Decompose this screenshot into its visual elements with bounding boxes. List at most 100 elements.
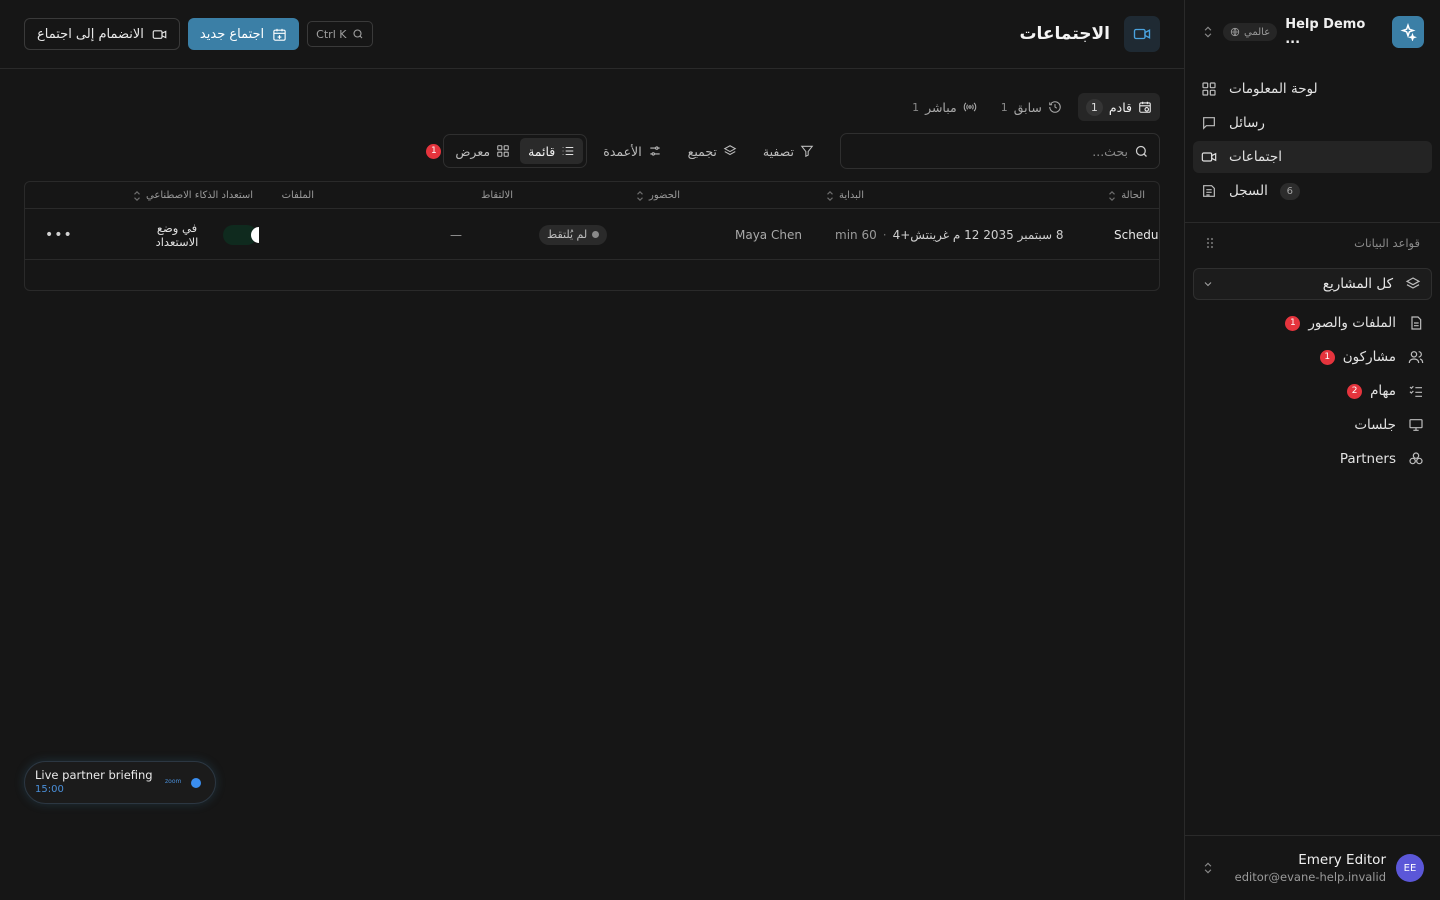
calendar-plus-icon <box>272 27 287 42</box>
db-item-participants[interactable]: مشاركون 1 <box>1193 340 1432 374</box>
db-item-label: مهام <box>1370 383 1396 399</box>
command-search-button[interactable]: Ctrl K <box>307 21 374 47</box>
workspace-switcher[interactable]: Help Demo ... عالمي <box>1201 16 1424 48</box>
db-item-partners[interactable]: Partners <box>1193 442 1432 476</box>
ai-ready-label: في وضع الاستعداد <box>155 220 199 249</box>
files-cell: — <box>450 209 462 260</box>
ai-ready-toggle[interactable] <box>223 224 259 245</box>
chevron-updown-icon[interactable] <box>1201 861 1215 875</box>
capture-status-badge: لم يُلتقط <box>539 224 608 245</box>
tab-upcoming[interactable]: قادم 1 <box>1077 93 1160 121</box>
user-menu[interactable]: EE Emery Editor editor@evane-help.invali… <box>1185 835 1440 900</box>
new-meeting-label: اجتماع جديد <box>199 26 265 42</box>
calendar-clock-icon <box>1138 100 1152 114</box>
column-header-files: الملفات <box>282 182 314 209</box>
nav-item-dashboard[interactable]: لوحة المعلومات <box>1193 73 1432 105</box>
view-gallery-label: معرض <box>455 143 491 159</box>
tab-count: 1 <box>1085 98 1103 116</box>
group-button[interactable]: تجميع <box>678 135 747 167</box>
db-item-sessions[interactable]: جلسات <box>1193 408 1432 442</box>
workspace-scope-badge: عالمي <box>1223 23 1278 41</box>
nav-item-messages[interactable]: رسائل <box>1193 107 1432 139</box>
column-label: استعداد الذكاء الاصطناعي <box>146 190 253 201</box>
attendee-name: Maya Chen <box>735 227 802 242</box>
broadcast-icon <box>963 100 977 114</box>
column-header-ai-ready[interactable]: استعداد الذكاء الاصطناعي <box>133 182 253 209</box>
group-label: تجميع <box>687 143 717 159</box>
globe-icon <box>1230 27 1240 37</box>
page-header: الاجتماعات <box>1019 16 1160 52</box>
column-label: البداية <box>838 190 864 201</box>
project-selector[interactable]: كل المشاريع <box>1193 268 1432 300</box>
column-header-start[interactable]: البداية <box>826 182 864 209</box>
alert-badge[interactable]: 1 <box>426 143 442 159</box>
start-date: 8 سبتمبر 2035 12 م غرينتش+4 <box>892 227 1064 242</box>
columns-button[interactable]: الأعمدة <box>593 135 671 167</box>
column-label: الالتقاط <box>481 190 513 201</box>
duration: 60 min <box>835 227 877 242</box>
live-meeting-widget[interactable]: Live partner briefing 15:00 zoom <box>24 761 216 804</box>
sidebar-divider <box>1185 222 1440 223</box>
nav-item-log[interactable]: السجل 6 <box>1193 175 1432 207</box>
sort-icon <box>636 190 644 201</box>
tab-past[interactable]: سابق 1 <box>993 93 1070 121</box>
shortcut-label: Ctrl K <box>316 27 347 41</box>
app-root: Help Demo ... عالمي لوحة المعلومات رسائل… <box>0 0 1440 900</box>
dashboard-icon <box>1201 81 1217 97</box>
status-cell: Scheduled <box>1114 209 1159 260</box>
ai-ready-cell: في وضع الاستعداد <box>147 209 207 260</box>
avatar: EE <box>1396 854 1424 882</box>
more-options-icon[interactable]: ••• <box>45 227 73 243</box>
nav-item-label: السجل <box>1229 183 1268 199</box>
view-list-label: قائمة <box>528 143 556 159</box>
chevron-updown-icon[interactable] <box>1201 25 1215 39</box>
workspace-name: Help Demo ... <box>1285 17 1366 47</box>
log-icon <box>1201 183 1217 199</box>
presentation-icon <box>1408 417 1424 433</box>
table-row[interactable]: Scheduled 8 سبتمبر 2035 12 م غرينتش+4 · … <box>25 209 1159 260</box>
db-item-tasks[interactable]: مهام 2 <box>1193 374 1432 408</box>
search-icon <box>352 28 364 40</box>
tab-label: قادم <box>1108 99 1132 115</box>
tab-live[interactable]: مباشر 1 <box>904 93 985 121</box>
meeting-tabs: قادم 1 سابق 1 مباشر 1 <box>904 93 1160 121</box>
view-gallery-button[interactable]: معرض <box>447 138 518 164</box>
video-icon <box>1201 149 1217 165</box>
files-value: — <box>450 227 462 242</box>
column-header-status[interactable]: الحالة <box>1108 182 1145 209</box>
page-title: الاجتماعات <box>1019 24 1110 44</box>
notification-badge: 2 <box>1347 383 1363 399</box>
file-icon <box>1408 315 1424 331</box>
attendance-cell: Maya Chen <box>735 209 802 260</box>
databases-section-title: قواعد البيانات <box>1205 234 1420 252</box>
message-icon <box>1201 115 1217 131</box>
join-meeting-button[interactable]: الانضمام إلى اجتماع <box>24 18 180 50</box>
filter-button[interactable]: تصفية <box>753 135 824 167</box>
live-indicator-dot <box>191 778 201 788</box>
join-meeting-label: الانضمام إلى اجتماع <box>37 26 144 42</box>
search-input[interactable] <box>851 143 1134 159</box>
db-item-files[interactable]: الملفات والصور 1 <box>1193 306 1432 340</box>
tab-label: سابق <box>1013 99 1042 115</box>
new-meeting-button[interactable]: اجتماع جديد <box>187 18 300 50</box>
sidebar: Help Demo ... عالمي لوحة المعلومات رسائل… <box>1184 0 1440 900</box>
drag-handle-icon[interactable] <box>1205 237 1215 249</box>
list-icon <box>561 144 575 158</box>
tab-count: 1 <box>1000 100 1008 114</box>
users-icon <box>1408 349 1424 365</box>
nav-item-meetings[interactable]: اجتماعات <box>1193 141 1432 173</box>
meetings-table: الحالة البداية الحضور الالتقاط الملفات ا… <box>24 181 1160 291</box>
table-toolbar: تصفية تجميع الأعمدة قائمة <box>24 133 1160 169</box>
view-switcher: قائمة معرض <box>443 134 588 168</box>
column-label: الحضور <box>649 190 680 201</box>
notification-badge: 1 <box>1319 349 1335 365</box>
main-content: الاجتماعات الانضمام إلى اجتماع اجتماع جد… <box>0 0 1184 900</box>
log-count-badge: 6 <box>1279 182 1300 200</box>
view-list-button[interactable]: قائمة <box>520 138 584 164</box>
grid-icon <box>496 144 510 158</box>
toggle-knob <box>251 226 259 243</box>
search-icon <box>1134 144 1149 159</box>
nav-item-label: رسائل <box>1229 115 1265 131</box>
column-header-attendance[interactable]: الحضور <box>636 182 680 209</box>
notification-badge: 1 <box>1285 315 1301 331</box>
